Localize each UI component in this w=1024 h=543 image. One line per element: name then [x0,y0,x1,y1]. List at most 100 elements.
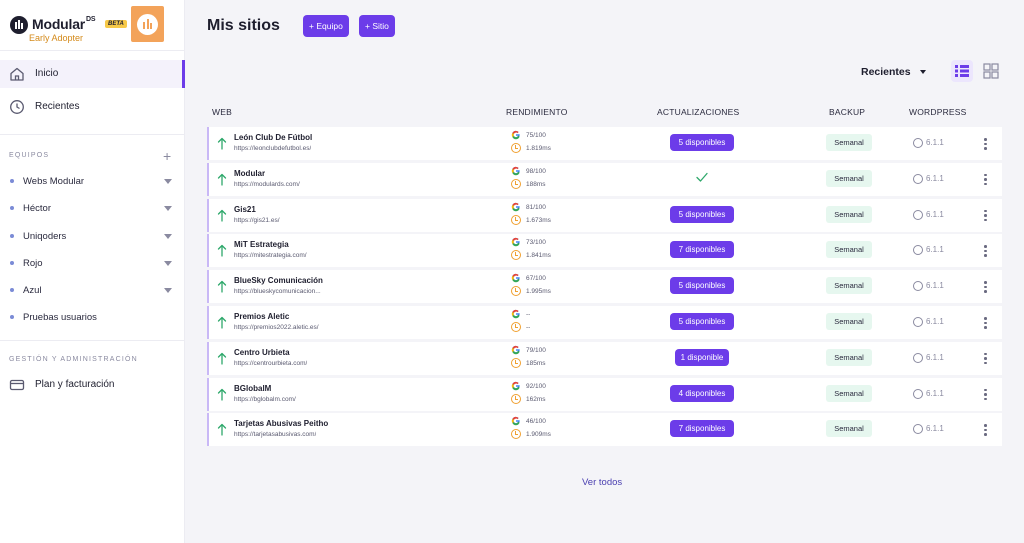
load-time: 1.995ms [526,288,551,296]
site-name[interactable]: BGlobalM [234,384,271,393]
team-label: Héctor [23,203,51,214]
chevron-down-icon[interactable] [164,234,172,239]
site-name[interactable]: León Club De Fútbol [234,133,312,142]
wordpress-version: 6.1.1 [926,424,944,434]
page-title: Mis sitios [207,17,280,34]
grid-view-toggle[interactable] [980,60,1002,82]
wordpress-version: 6.1.1 [926,352,944,362]
site-name[interactable]: Centro Urbieta [234,348,290,357]
load-time-icon [511,178,521,189]
site-url[interactable]: https://centrourbieta.com/ [234,360,307,367]
performance-score: 81/100 [526,203,546,211]
team-label: Webs Modular [23,176,85,187]
updates-badge[interactable]: 7 disponibles [670,241,734,259]
load-time-icon [511,214,521,225]
modular-logo-icon [10,16,28,34]
backup-badge: Semanal [826,134,872,151]
more-options-icon[interactable] [982,173,988,187]
load-time: 1.841ms [526,252,551,260]
site-name[interactable]: BlueSky Comunicación [234,276,323,285]
load-time: 1.909ms [526,431,551,439]
site-url[interactable]: https://blueskycomunicacion... [234,288,321,295]
add-team-button[interactable]: + Equipo [303,15,349,37]
wordpress-version: 6.1.1 [926,317,944,326]
site-name[interactable]: Gis21 [234,205,256,214]
more-options-icon[interactable] [982,423,988,437]
list-view-toggle[interactable] [951,60,973,82]
google-icon [511,130,520,140]
site-url[interactable]: https://tarjetasabusivas.com/ [234,431,316,438]
chevron-down-icon[interactable] [920,70,926,74]
backup-badge: Semanal [826,420,872,438]
site-url[interactable]: https://leonclubdefutbol.es/ [234,145,311,152]
performance-score: 75/100 [526,132,546,139]
table-row[interactable]: León Club De Fútbol https://leonclubdefut… [207,127,1002,160]
team-dot-icon [10,288,14,292]
table-row[interactable]: BlueSky Comunicación https://blueskycomun… [207,270,1002,304]
site-name[interactable]: Modular [234,169,265,178]
more-options-icon[interactable] [982,209,988,223]
wordpress-version: 6.1.1 [926,173,944,183]
arrow-up-icon [217,316,227,329]
google-icon [511,202,520,211]
site-url[interactable]: https://modulards.com/ [234,181,300,188]
updates-badge[interactable]: 5 disponibles [670,134,734,151]
updates-badge[interactable]: 1 disponible [675,348,729,366]
load-time: 188ms [526,180,546,188]
site-url[interactable]: https://premios2022.aletic.es/ [234,324,319,331]
nav-item-plan-facturacion[interactable]: Plan y facturación [0,371,185,399]
nav-item-inicio[interactable]: Inicio [0,60,185,88]
team-item-rojo[interactable]: Rojo [0,252,185,274]
brand[interactable]: ModularDS BETA Early Adopter [10,14,130,44]
sort-dropdown[interactable]: Recientes [861,66,911,78]
arrow-up-icon [217,173,227,186]
site-name[interactable]: Tarjetas Abusivas Peitho [234,419,328,428]
more-options-icon[interactable] [982,352,988,366]
table-row[interactable]: Premios Aletic https://premios2022.aletic… [207,306,1002,339]
nav-item-recientes[interactable]: Recientes [0,93,185,121]
add-team-plus-icon[interactable]: + [163,149,171,163]
performance-score: 79/100 [526,346,546,354]
more-options-icon[interactable] [982,388,988,402]
site-url[interactable]: https://gis21.es/ [234,217,280,224]
google-icon [511,381,520,390]
updates-badge[interactable]: 5 disponibles [670,205,734,223]
table-row[interactable]: BGlobalM https://bglobalm.com/92/100 162ms… [207,377,1002,411]
more-options-icon[interactable] [982,244,988,258]
table-row[interactable]: Tarjetas Abusivas Peitho https://tarjetas… [207,413,1002,447]
table-row[interactable]: MiT Estrategia https://mitestrategia.com/… [207,234,1002,268]
backup-badge: Semanal [826,205,872,223]
site-name[interactable]: Premios Aletic [234,312,289,321]
add-site-button[interactable]: + Sitio [359,15,395,37]
wordpress-icon [913,424,923,435]
chevron-down-icon[interactable] [164,179,172,184]
google-icon [511,238,520,247]
team-item-azul[interactable]: Azul [0,279,185,301]
more-options-icon[interactable] [982,316,988,330]
team-item-hector[interactable]: Héctor [0,197,185,219]
updates-badge[interactable]: 4 disponibles [670,384,734,402]
table-row[interactable]: Modular https://modulards.com/98/100 188ms… [207,162,1002,196]
more-options-icon[interactable] [982,137,988,151]
load-time-icon [511,393,521,404]
table-row[interactable]: Gis21 https://gis21.es/81/100 1.673ms 5 dis… [207,198,1002,232]
site-url[interactable]: https://bglobalm.com/ [234,396,296,403]
chevron-down-icon[interactable] [164,261,172,266]
team-item-webs-modular[interactable]: Webs Modular [0,170,185,192]
site-name[interactable]: MiT Estrategia [234,240,289,249]
team-item-pruebas-usuarios[interactable]: Pruebas usuarios [0,306,185,328]
load-time-icon [511,322,521,332]
updates-badge[interactable]: 7 disponibles [670,420,734,438]
clock-icon [10,100,24,114]
site-url[interactable]: https://mitestrategia.com/ [234,252,307,259]
wordpress-icon [913,138,923,148]
chevron-down-icon[interactable] [164,206,172,211]
team-switcher[interactable] [131,6,164,42]
updates-badge[interactable]: 5 disponibles [670,313,734,330]
chevron-down-icon[interactable] [164,288,172,293]
more-options-icon[interactable] [982,280,988,294]
see-all-link[interactable]: Ver todos [582,477,622,488]
updates-badge[interactable]: 5 disponibles [670,277,734,295]
team-item-uniqoders[interactable]: Uniqoders [0,225,185,247]
table-row[interactable]: Centro Urbieta https://centrourbieta.com/… [207,341,1002,375]
